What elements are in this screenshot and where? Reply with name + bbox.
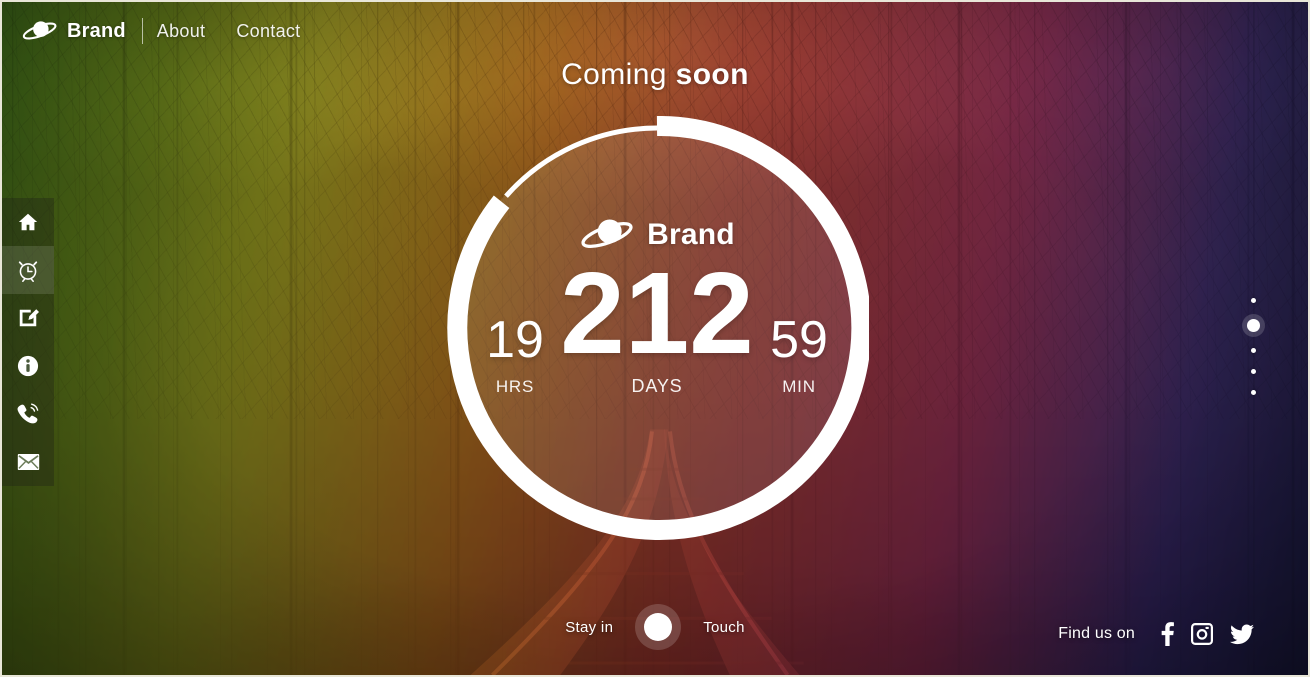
countdown-days-value: 212	[560, 248, 754, 378]
sidebar-item-mail[interactable]	[2, 438, 54, 486]
countdown-days: 212 DAYS	[551, 248, 763, 397]
pager-dot-4[interactable]	[1251, 369, 1256, 374]
pager-dot-1[interactable]	[1251, 298, 1256, 303]
pager-dot-2[interactable]	[1247, 319, 1260, 332]
stay-in-touch-right-text: Touch	[703, 618, 745, 636]
countdown-hours-value: 19	[486, 310, 544, 369]
site-header: Brand About Contact	[2, 2, 1308, 60]
brand-logo-lockup[interactable]: Brand	[20, 18, 126, 44]
phone-ring-icon	[16, 402, 40, 426]
sidebar-item-clock[interactable]	[2, 246, 54, 294]
twitter-icon[interactable]	[1230, 623, 1254, 645]
social-label: Find us on	[1058, 625, 1135, 642]
header-divider	[141, 18, 143, 44]
alarm-clock-icon	[16, 258, 40, 282]
countdown-ring: Brand 19 HRS 212 DAYS 59 MIN	[445, 116, 869, 540]
info-circle-icon	[17, 355, 39, 377]
edit-square-icon	[17, 307, 39, 329]
sidebar-item-home[interactable]	[2, 198, 54, 246]
page-title: Coming soon	[2, 58, 1308, 92]
facebook-icon[interactable]	[1161, 622, 1174, 646]
pager-dot-3[interactable]	[1251, 348, 1256, 353]
page-title-light: Coming	[561, 58, 667, 91]
countdown-minutes-label: MIN	[782, 376, 816, 396]
instagram-icon[interactable]	[1191, 623, 1214, 646]
countdown-minutes-value: 59	[770, 310, 828, 369]
pager-dot-5[interactable]	[1251, 390, 1256, 395]
ring-brand-name: Brand	[647, 218, 735, 251]
countdown-hours-label: HRS	[495, 376, 535, 396]
countdown-values: 19 HRS 212 DAYS 59 MIN	[445, 248, 869, 397]
social-links: Find us on	[1058, 622, 1254, 646]
sidebar-item-info[interactable]	[2, 342, 54, 390]
main-nav: About Contact	[157, 21, 301, 42]
envelope-icon	[17, 453, 40, 471]
saturn-planet-icon	[20, 18, 58, 44]
nav-link-contact[interactable]: Contact	[236, 21, 300, 42]
stay-in-touch-button[interactable]	[635, 604, 682, 650]
countdown-days-label: DAYS	[631, 375, 683, 396]
slide-pager	[1247, 298, 1260, 395]
sidebar-item-phone[interactable]	[2, 390, 54, 438]
home-icon	[17, 211, 39, 233]
brand-name: Brand	[67, 19, 126, 42]
countdown-minutes: 59 MIN	[757, 310, 841, 397]
page-title-bold: soon	[675, 58, 749, 91]
nav-link-about[interactable]: About	[157, 21, 206, 42]
stay-in-touch-left-text: Stay in	[565, 618, 614, 636]
sidebar-item-edit[interactable]	[2, 294, 54, 342]
coming-soon-page: Brand About Contact Coming soon Brand 19…	[0, 0, 1310, 677]
left-icon-rail	[2, 198, 54, 486]
countdown-content: Brand 19 HRS 212 DAYS 59 MIN	[445, 116, 869, 540]
countdown-hours: 19 HRS	[473, 310, 557, 397]
